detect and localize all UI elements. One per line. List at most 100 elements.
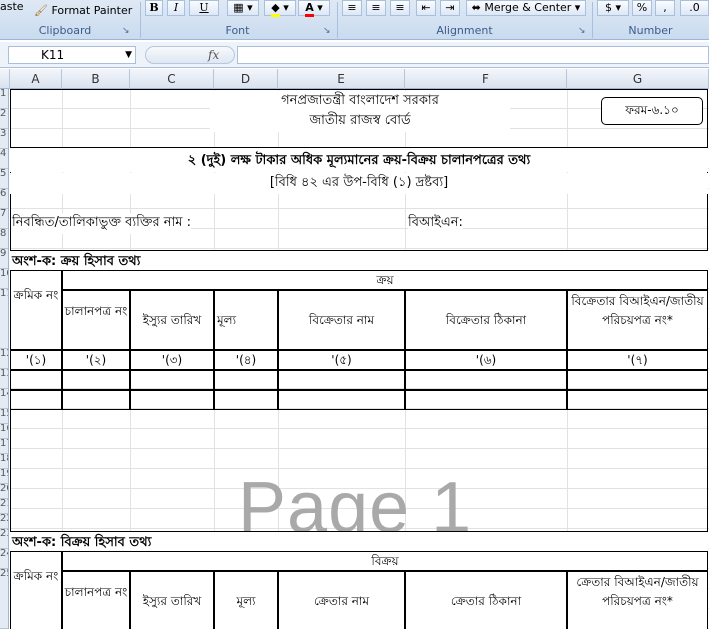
row-header[interactable]: 6 — [0, 189, 8, 209]
row-header[interactable]: 23 — [0, 529, 8, 549]
row-header[interactable]: 17 — [0, 439, 8, 454]
borders-icon: ▦ ▾ — [233, 1, 253, 14]
row-header[interactable]: 2 — [0, 109, 8, 129]
font-group-label: Font — [225, 24, 250, 37]
row-header[interactable]: 13 — [0, 369, 8, 389]
row-header[interactable]: 18 — [0, 454, 8, 469]
formula-input[interactable] — [237, 46, 709, 64]
row-header[interactable]: 4 — [0, 149, 8, 169]
number-group-label: Number — [628, 24, 673, 37]
row-header[interactable]: 21 — [0, 499, 8, 514]
sales-price-header: মূল্য — [214, 571, 278, 629]
col-number-5: '(৫) — [278, 350, 405, 370]
currency-button[interactable]: $ ▾ — [597, 0, 629, 16]
column-header-d[interactable]: D — [214, 69, 278, 89]
row-header[interactable]: 10 — [0, 269, 8, 289]
col-number-6: '(৬) — [405, 350, 567, 370]
increase-decimal-button[interactable]: .0 — [680, 0, 709, 16]
column-header-f[interactable]: F — [405, 69, 567, 89]
table-row[interactable] — [10, 390, 62, 410]
name-box[interactable]: K11 ▼ — [8, 46, 136, 64]
format-painter-button[interactable]: 🖌 Format Painter — [34, 3, 132, 19]
align-left-button[interactable]: ≡ — [342, 0, 362, 16]
purchase-price-header: মূল্য — [214, 290, 278, 350]
row-header[interactable]: 22 — [0, 514, 8, 529]
alignment-launcher-icon[interactable]: ↘ — [578, 26, 586, 36]
column-header-c[interactable]: C — [130, 69, 214, 89]
paintbrush-icon: 🖌 — [34, 4, 48, 17]
row-header[interactable]: 16 — [0, 424, 8, 439]
sales-serial-header: ক্রমিক নং — [10, 551, 62, 629]
column-header-a[interactable]: A — [10, 69, 62, 89]
row-header[interactable]: 19 — [0, 469, 8, 484]
row-header[interactable]: 11 — [0, 289, 8, 349]
decimal-icon: .0 — [689, 1, 700, 14]
row-header[interactable]: 14 — [0, 389, 8, 409]
increase-indent-button[interactable]: ⇥ — [440, 0, 460, 16]
align-center-icon: ≡ — [371, 1, 381, 14]
paste-button[interactable]: aste — [0, 0, 24, 16]
formula-bar: K11 ▼ fx — [0, 42, 709, 68]
comma-button[interactable]: , — [655, 0, 675, 16]
row-header[interactable]: 7 — [0, 209, 8, 229]
row-header[interactable]: 9 — [0, 249, 8, 269]
row-header[interactable]: 15 — [0, 409, 8, 424]
col-number-2: '(২) — [62, 350, 130, 370]
font-color-icon: A — [305, 1, 314, 17]
font-launcher-icon[interactable]: ↘ — [323, 26, 331, 36]
merge-icon: ⬌ — [471, 1, 481, 14]
sales-buyer-address-header: ক্রেতার ঠিকানা — [405, 571, 567, 629]
row-header[interactable]: 24 — [0, 549, 8, 569]
purchase-seller-bin-header: বিক্রেতার বিআইএন/জাতীয় পরিচয়পত্র নং* — [567, 290, 708, 350]
row-header[interactable]: 3 — [0, 129, 8, 149]
column-header-b[interactable]: B — [62, 69, 130, 89]
row-header[interactable]: 5 — [0, 169, 8, 189]
sales-header: বিক্রয় — [62, 551, 708, 571]
chevron-down-icon[interactable]: ▼ — [125, 47, 132, 63]
table-row[interactable] — [10, 370, 62, 390]
insert-function-button[interactable]: fx — [145, 46, 235, 64]
row-header[interactable]: 20 — [0, 484, 8, 499]
row-header[interactable]: 1 — [0, 89, 8, 109]
purchase-header: ক্রয় — [62, 270, 708, 290]
clipboard-group-label: Clipboard — [38, 24, 92, 37]
column-header-e[interactable]: E — [278, 69, 405, 89]
purchase-seller-address-header: বিক্রেতার ঠিকানা — [405, 290, 567, 350]
sales-invoice-header: চালানপত্র নং — [62, 571, 130, 629]
merge-center-button[interactable]: ⬌ Merge & Center ▾ — [466, 0, 586, 16]
borders-button[interactable]: ▦ ▾ — [227, 0, 259, 16]
align-left-icon: ≡ — [347, 1, 357, 14]
percent-button[interactable]: % — [632, 0, 652, 16]
align-center-button[interactable]: ≡ — [366, 0, 386, 16]
align-right-button[interactable]: ≡ — [390, 0, 410, 16]
worksheet-grid[interactable]: গনপ্রজাতন্ত্রী বাংলাদেশ সরকার জাতীয় রাজ… — [10, 89, 709, 629]
header-line-2: জাতীয় রাজস্ব বোর্ড — [210, 111, 510, 132]
select-all-corner[interactable] — [0, 69, 10, 89]
bin-label: বিআইএন: — [408, 213, 463, 234]
column-header-g[interactable]: G — [567, 69, 709, 89]
purchase-invoice-header: চালানপত্র নং — [62, 290, 130, 350]
font-color-button[interactable]: A ▾ — [298, 0, 330, 17]
row-header[interactable]: 25 — [0, 569, 8, 629]
clipboard-launcher-icon[interactable]: ↘ — [122, 26, 130, 36]
bold-button[interactable]: B — [145, 0, 163, 16]
underline-button[interactable]: U — [189, 0, 219, 16]
row-header[interactable]: 8 — [0, 229, 8, 249]
alignment-group-label: Alignment — [436, 24, 493, 37]
col-number-1: '(১) — [10, 350, 62, 370]
fill-color-button[interactable]: ◆ ▾ — [264, 0, 296, 17]
form-title: ২ (দুই) লক্ষ টাকার অধিক মূল্যমানের ক্রয়… — [187, 153, 531, 168]
ribbon: aste 🖌 Format Painter Clipboard ↘ B I U … — [0, 0, 709, 40]
sales-buyer-bin-header: ক্রেতার বিআইএন/জাতীয় পরিচয়পত্র নং* — [567, 571, 708, 629]
indent-icon: ⇥ — [445, 1, 455, 14]
row-header[interactable]: 12 — [0, 349, 8, 369]
align-right-icon: ≡ — [395, 1, 405, 14]
column-headers: A B C D E F G — [0, 69, 709, 89]
fx-icon: fx — [208, 48, 220, 62]
form-subtitle: [বিধি ৪২ এর উপ-বিধি (১) দ্রষ্টব্য] — [10, 173, 708, 194]
italic-button[interactable]: I — [167, 0, 185, 16]
outdent-icon: ⇤ — [421, 1, 431, 14]
purchase-serial-header: ক্রমিক নং — [10, 270, 62, 350]
purchase-seller-name-header: বিক্রেতার নাম — [278, 290, 405, 350]
decrease-indent-button[interactable]: ⇤ — [416, 0, 436, 16]
